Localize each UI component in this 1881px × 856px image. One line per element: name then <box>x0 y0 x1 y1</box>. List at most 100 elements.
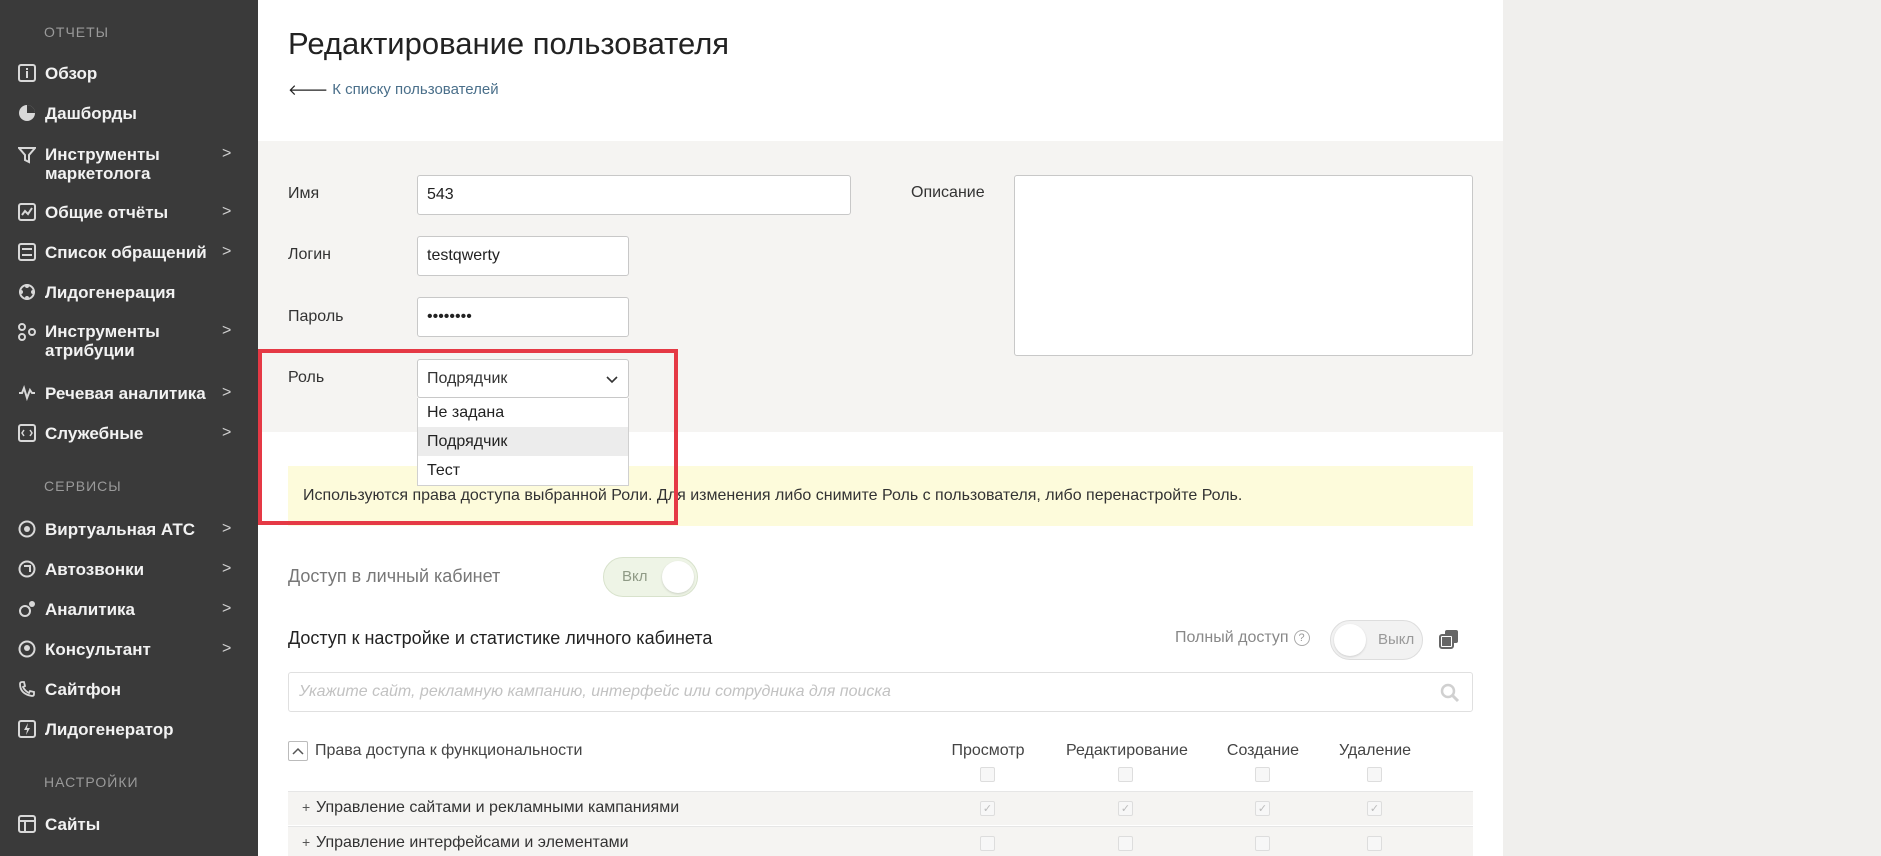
sites-icon <box>17 814 37 834</box>
permissions-table-header: Права доступа к функциональности Просмот… <box>288 740 1473 790</box>
access-search-input[interactable] <box>289 673 1409 711</box>
table-row[interactable]: + Управление сайтами и рекламными кампан… <box>288 791 1473 825</box>
role-option-contractor[interactable]: Подрядчик <box>418 427 628 456</box>
checkbox-create-all[interactable] <box>1255 767 1270 782</box>
checkbox-edit-all[interactable] <box>1118 767 1133 782</box>
role-dropdown: Не задана Подрядчик Тест <box>417 398 629 486</box>
role-select[interactable]: Подрядчик <box>417 359 629 398</box>
full-access-toggle[interactable]: Выкл <box>1330 620 1423 660</box>
permissions-header-label: Права доступа к функциональности <box>315 742 583 759</box>
chevron-right-icon: > <box>222 243 232 260</box>
sidebar-item-label: Лидогенератор <box>45 719 174 739</box>
checkbox-delete[interactable] <box>1367 836 1382 851</box>
sidebar-item-label: Консультант <box>45 639 151 659</box>
checkbox-view-all[interactable] <box>980 767 995 782</box>
back-to-users-link[interactable]: 🡐 К списку пользователей <box>288 80 499 99</box>
login-field[interactable]: testqwerty <box>417 236 629 276</box>
code-icon <box>17 423 37 443</box>
sidebar-item-lead-generation[interactable]: Лидогенерация <box>0 280 258 304</box>
sidebar-item-label: Лидогенерация <box>45 282 176 302</box>
checkbox-edit[interactable] <box>1118 836 1133 851</box>
sidebar-item-requests-list[interactable]: Список обращений > <box>0 240 258 264</box>
sidebar-item-label: Речевая аналитика <box>45 383 206 403</box>
table-row[interactable]: + Управление интерфейсами и элементами <box>288 826 1473 856</box>
checkbox-delete[interactable]: ✓ <box>1367 801 1382 816</box>
sidebar-item-speech-analytics[interactable]: Речевая аналитика > <box>0 381 258 405</box>
sidebar-item-consultant[interactable]: Консультант > <box>0 637 258 661</box>
page-header: Редактирование пользователя 🡐 К списку п… <box>258 0 1503 141</box>
sidebar-item-lead-generator[interactable]: Лидогенератор <box>0 717 258 741</box>
role-option-none[interactable]: Не задана <box>418 398 628 427</box>
sidebar-item-attribution-tools[interactable]: Инструменты атрибуции > <box>0 322 258 360</box>
settings-access-title: Доступ к настройке и статистике личного … <box>288 628 713 648</box>
chevron-right-icon: > <box>222 424 232 441</box>
password-label: Пароль <box>288 308 344 325</box>
login-label: Логин <box>288 246 332 263</box>
checkbox-create[interactable]: ✓ <box>1255 801 1270 816</box>
chevron-down-icon <box>605 371 619 387</box>
sidebar: ОТЧЕТЫ Обзор Дашборды Инструменты маркет… <box>0 0 258 856</box>
sidebar-item-label: Аналитика <box>45 599 135 619</box>
sidebar-item-analytics[interactable]: Аналитика > <box>0 597 258 621</box>
sidebar-item-autocalls[interactable]: Автозвонки > <box>0 557 258 581</box>
expand-icon[interactable]: + <box>302 834 310 850</box>
sidebar-item-sites[interactable]: Сайты <box>0 812 258 836</box>
sidebar-item-general-reports[interactable]: Общие отчёты > <box>0 200 258 224</box>
cabinet-access-toggle[interactable]: Вкл <box>603 557 698 597</box>
role-option-test[interactable]: Тест <box>418 456 628 485</box>
sidebar-item-marketing-tools[interactable]: Инструменты маркетолога > <box>0 145 258 183</box>
checkbox-view[interactable] <box>980 836 995 851</box>
sidebar-item-label: Дашборды <box>45 103 137 123</box>
toggle-label: Выкл <box>1378 631 1415 648</box>
description-label: Описание <box>911 184 985 201</box>
expand-icon[interactable]: + <box>302 799 310 815</box>
info-icon <box>17 63 37 83</box>
help-icon[interactable]: ? <box>1293 630 1310 646</box>
sidebar-item-label: Список обращений <box>45 242 207 262</box>
col-create: Создание <box>1226 742 1300 759</box>
sidebar-item-overview[interactable]: Обзор <box>0 61 258 85</box>
cabinet-access-label: Доступ в личный кабинет <box>288 566 501 586</box>
row-label: Управление сайтами и рекламными кампания… <box>316 799 680 816</box>
sidebar-item-label: Обзор <box>45 63 98 83</box>
sidebar-item-dashboards[interactable]: Дашборды <box>0 101 258 125</box>
sidebar-item-virtual-pbx[interactable]: Виртуальная АТС > <box>0 517 258 541</box>
main-content: Редактирование пользователя 🡐 К списку п… <box>258 0 1503 856</box>
lead-gen-icon <box>17 282 37 302</box>
chevron-right-icon: > <box>222 600 232 617</box>
full-access: Полный доступ ? <box>1175 629 1310 647</box>
copy-icon[interactable] <box>1438 628 1460 650</box>
sidebar-item-label: Инструменты атрибуции <box>45 322 160 360</box>
attribution-icon <box>17 322 37 342</box>
sidebar-item-label: Инструменты маркетолога <box>45 145 160 183</box>
section-title-reports: ОТЧЕТЫ <box>44 24 110 40</box>
role-label: Роль <box>288 369 325 386</box>
access-search <box>288 672 1473 712</box>
password-field[interactable]: •••••••• <box>417 297 629 337</box>
chevron-right-icon: > <box>222 145 232 162</box>
role-select-value: Подрядчик <box>427 369 508 387</box>
sidebar-item-service[interactable]: Служебные > <box>0 421 258 445</box>
checkbox-view[interactable]: ✓ <box>980 801 995 816</box>
back-link-label: К списку пользователей <box>332 81 499 98</box>
sidebar-item-label: Служебные <box>45 423 144 443</box>
chevron-right-icon: > <box>222 384 232 401</box>
search-icon[interactable] <box>1440 683 1460 708</box>
col-delete: Удаление <box>1338 742 1412 759</box>
checkbox-create[interactable] <box>1255 836 1270 851</box>
name-field[interactable]: 543 <box>417 175 851 215</box>
checkbox-delete-all[interactable] <box>1367 767 1382 782</box>
page-title: Редактирование пользователя <box>288 26 730 61</box>
phone-station-icon <box>17 519 37 539</box>
waveform-icon <box>17 383 37 403</box>
sidebar-item-label: Сайтфон <box>45 679 122 699</box>
sidebar-item-sitephone[interactable]: Сайтфон <box>0 677 258 701</box>
sidebar-item-label: Сайты <box>45 814 101 834</box>
arrow-left-icon: 🡐 <box>288 82 329 99</box>
collapse-toggle[interactable] <box>288 741 308 761</box>
description-field[interactable] <box>1014 175 1473 356</box>
chevron-right-icon: > <box>222 520 232 537</box>
col-view: Просмотр <box>951 742 1025 759</box>
checkbox-edit[interactable]: ✓ <box>1118 801 1133 816</box>
pie-chart-icon <box>17 103 37 123</box>
